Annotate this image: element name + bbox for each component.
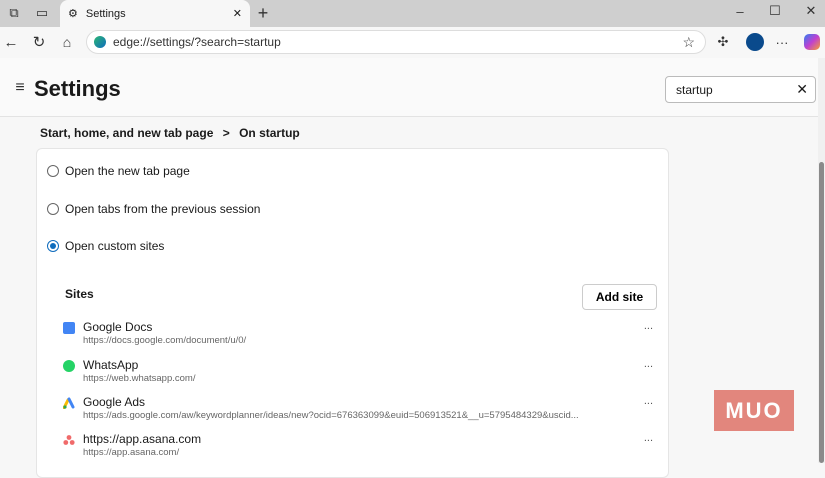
site-more-button[interactable]: ... [644,395,653,407]
radio-button[interactable] [47,240,59,252]
radio-button[interactable] [47,203,59,215]
breadcrumb-parent[interactable]: Start, home, and new tab page [40,126,213,140]
search-value: startup [676,83,713,97]
home-icon[interactable]: ⌂ [59,33,75,51]
site-more-button[interactable]: ... [644,320,653,332]
refresh-icon[interactable]: ↻ [31,33,47,51]
site-more-button[interactable]: ... [644,358,653,370]
favorite-star-icon[interactable]: ☆ [682,34,695,51]
more-menu-icon[interactable]: ··· [774,33,790,51]
address-text: edge://settings/?search=startup [113,35,281,49]
close-tab-icon[interactable]: ✕ [233,7,242,20]
google-docs-icon [63,322,75,334]
site-name: WhatsApp [83,358,139,372]
extensions-icon[interactable]: ✣ [715,33,731,51]
tab-settings[interactable]: ⚙ Settings ✕ [60,0,250,27]
radio-open-new-tab[interactable]: Open the new tab page [47,164,190,178]
add-site-button[interactable]: Add site [582,284,657,310]
site-url: https://docs.google.com/document/u/0/ [83,335,247,346]
tab-bar: ⧉ ▭ ⚙ Settings ✕ + – ☐ ✕ [0,0,825,27]
radio-label: Open the new tab page [65,164,190,178]
site-item: Google Docs https://docs.google.com/docu… [63,320,653,354]
settings-search-input[interactable]: startup ✕ [665,76,816,103]
muo-watermark-logo: MUO [714,390,794,431]
maximize-icon[interactable]: ☐ [767,3,783,19]
workspaces-icon[interactable]: ⧉ [6,5,22,21]
settings-header: ≡ Settings startup ✕ [0,58,818,117]
site-item: Google Ads https://ads.google.com/aw/key… [63,395,653,429]
radio-label: Open tabs from the previous session [65,202,261,216]
asana-icon [63,435,75,445]
site-name: Google Docs [83,320,153,334]
back-icon[interactable]: ← [3,33,19,51]
site-name: Google Ads [83,395,146,409]
close-window-icon[interactable]: ✕ [803,3,819,19]
whatsapp-icon [63,360,75,372]
radio-custom-sites[interactable]: Open custom sites [47,239,164,253]
sites-heading: Sites [65,287,94,301]
breadcrumb-separator: > [222,126,230,140]
clear-search-icon[interactable]: ✕ [796,81,808,98]
site-item: WhatsApp https://web.whatsapp.com/ ... [63,358,653,392]
site-item: https://app.asana.com https://app.asana.… [63,432,653,466]
tab-title: Settings [85,7,126,20]
profile-avatar[interactable] [746,33,764,51]
new-tab-icon[interactable]: + [254,3,272,23]
site-url: https://app.asana.com/ [83,447,180,458]
vertical-tabs-icon[interactable]: ▭ [34,5,50,21]
hamburger-menu-icon[interactable]: ≡ [12,79,28,96]
startup-card: Open the new tab page Open tabs from the… [36,148,669,478]
scrollbar[interactable] [818,58,825,463]
gear-icon: ⚙ [68,8,78,20]
minimize-icon[interactable]: – [732,3,748,19]
copilot-icon[interactable] [804,34,820,50]
scrollbar-thumb[interactable] [819,162,824,463]
radio-button[interactable] [47,165,59,177]
radio-label: Open custom sites [65,239,165,253]
site-url: https://ads.google.com/aw/keywordplanner… [83,410,579,421]
page-title: Settings [34,76,121,101]
site-name: https://app.asana.com [83,432,202,446]
breadcrumb-current: On startup [239,126,300,140]
site-more-button[interactable]: ... [644,432,653,444]
breadcrumb: Start, home, and new tab page > On start… [40,126,300,140]
radio-previous-session[interactable]: Open tabs from the previous session [47,202,260,216]
google-ads-icon [63,397,75,409]
site-url: https://web.whatsapp.com/ [83,373,196,384]
address-bar[interactable]: edge://settings/?search=startup ☆ [86,30,706,54]
edge-icon [94,36,106,48]
toolbar: ← ↻ ⌂ edge://settings/?search=startup ☆ … [0,27,825,58]
